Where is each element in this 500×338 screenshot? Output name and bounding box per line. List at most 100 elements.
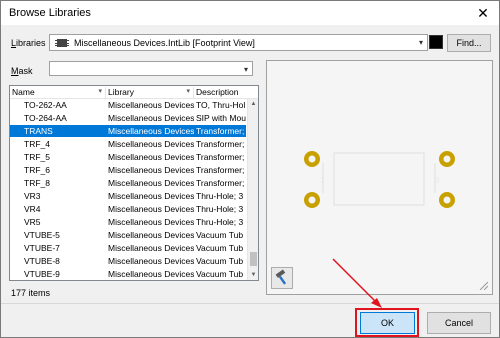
list-item[interactable]: VTUBE-7 Miscellaneous Devices.I Vacuum Tub	[10, 242, 246, 254]
item-count: 177 items	[11, 288, 51, 298]
list-item[interactable]: VTUBE-8 Miscellaneous Devices.I Vacuum Tub	[10, 255, 246, 267]
column-header-library-label: Library	[108, 87, 134, 97]
libraries-label-rest: ibraries	[16, 38, 46, 48]
list-item-description: Transformer;	[196, 165, 245, 175]
list-item-library: Miscellaneous Devices.I	[108, 204, 194, 214]
list-item-name: VTUBE-8	[24, 256, 60, 266]
mask-label-rest: ask	[18, 66, 33, 76]
list-header: Name ▾ Library ▾ Description	[10, 86, 258, 99]
list-item-name: VTUBE-5	[24, 230, 60, 240]
vertical-scrollbar[interactable]: ▲ ▼	[247, 99, 258, 280]
list-item[interactable]: TO-264-AA Miscellaneous Devices.I SIP with…	[10, 112, 246, 124]
list-item-library: Miscellaneous Devices.I	[108, 152, 194, 162]
chevron-down-icon: ▾	[98, 88, 102, 95]
list-item[interactable]: VTUBE-5 Miscellaneous Devices.I Vacuum Tub	[10, 229, 246, 241]
list-item-library: Miscellaneous Devices.I	[108, 256, 194, 266]
chevron-down-icon: ▾	[418, 38, 423, 47]
list-item[interactable]: VTUBE-9 Miscellaneous Devices.I Vacuum Tub	[10, 268, 246, 280]
footprint-drawing: 1 3	[304, 151, 455, 208]
list-item-name: TRF_4	[24, 139, 50, 149]
list-item-name: TRANS	[24, 126, 53, 136]
list-item-name: VTUBE-7	[24, 243, 60, 253]
pad-2	[304, 192, 320, 208]
list-item-library: Miscellaneous Devices.I	[108, 165, 194, 175]
list-item[interactable]: TRF_5 Miscellaneous Devices.I Transformer;	[10, 151, 246, 163]
list-item-library: Miscellaneous Devices.I	[108, 217, 194, 227]
list-item-description: Vacuum Tub	[196, 230, 244, 240]
scrollbar-thumb[interactable]	[250, 252, 257, 266]
list-item-library: Miscellaneous Devices.I	[108, 100, 194, 110]
scroll-up-icon[interactable]: ▲	[248, 99, 258, 110]
hammer-icon	[275, 269, 287, 285]
list-item-name: VTUBE-9	[24, 269, 60, 279]
chevron-down-icon: ▾	[243, 65, 248, 74]
find-button[interactable]: Find...	[447, 34, 491, 52]
list-item-description: Thru-Hole; 3	[196, 217, 244, 227]
resize-grip-icon[interactable]	[478, 280, 488, 290]
color-swatch[interactable]	[429, 35, 443, 49]
list-item-description: Transformer;	[196, 126, 245, 136]
libraries-dropdown-value: Miscellaneous Devices.IntLib [Footprint …	[74, 38, 255, 48]
list-item-library: Miscellaneous Devices.I	[108, 113, 194, 123]
pad-4	[439, 192, 455, 208]
libraries-dropdown[interactable]: Miscellaneous Devices.IntLib [Footprint …	[49, 34, 428, 51]
list-item-description: Vacuum Tub	[196, 269, 244, 279]
list-item-description: Thru-Hole; 3	[196, 204, 244, 214]
pin-label: 3	[435, 176, 440, 185]
hammer-button[interactable]	[271, 267, 293, 289]
column-header-name[interactable]: Name ▾	[10, 87, 106, 99]
cancel-button[interactable]: Cancel	[427, 312, 491, 334]
mask-label: Mask	[11, 66, 33, 76]
list-item-library: Miscellaneous Devices.I	[108, 178, 194, 188]
list-item[interactable]: TRF_4 Miscellaneous Devices.I Transformer;	[10, 138, 246, 150]
list-item-library: Miscellaneous Devices.I	[108, 139, 194, 149]
list-item-description: Vacuum Tub	[196, 243, 244, 253]
column-header-description-label: Description	[196, 87, 239, 97]
list-item-name: TRF_5	[24, 152, 50, 162]
list-item-library: Miscellaneous Devices.I	[108, 230, 194, 240]
column-header-name-label: Name	[12, 87, 35, 97]
column-header-description[interactable]: Description	[194, 87, 258, 99]
browse-libraries-dialog: Browse Libraries ✕ Libraries Miscellaneo…	[0, 0, 500, 338]
list-item-library: Miscellaneous Devices.I	[108, 269, 194, 279]
column-header-library[interactable]: Library ▾	[106, 87, 194, 99]
list-item[interactable]: VR5 Miscellaneous Devices.I Thru-Hole; 3	[10, 216, 246, 228]
ok-button-annotation-box	[355, 308, 419, 337]
pad-1	[304, 151, 320, 167]
close-icon[interactable]: ✕	[475, 5, 491, 21]
list-item[interactable]: TRF_6 Miscellaneous Devices.I Transformer;	[10, 164, 246, 176]
list-item-library: Miscellaneous Devices.I	[108, 243, 194, 253]
list-item-description: SIP with Mou	[196, 113, 246, 123]
pad-3	[439, 151, 455, 167]
component-list[interactable]: Name ▾ Library ▾ Description TO-262-AA Mi…	[9, 85, 259, 281]
list-item[interactable]: VR3 Miscellaneous Devices.I Thru-Hole; 3	[10, 190, 246, 202]
scroll-down-icon[interactable]: ▼	[248, 270, 258, 280]
list-item-description: Transformer;	[196, 178, 245, 188]
mask-dropdown[interactable]: ▾	[49, 61, 253, 76]
list-item-name: VR5	[24, 217, 41, 227]
chevron-down-icon: ▾	[186, 88, 190, 95]
libraries-label: Libraries	[11, 38, 46, 48]
list-item-description: Transformer;	[196, 139, 245, 149]
list-item-name: VR4	[24, 204, 41, 214]
mask-label-accel: M	[11, 66, 19, 76]
list-item[interactable]: TO-262-AA Miscellaneous Devices.I TO, Thru…	[10, 99, 246, 111]
list-item-library: Miscellaneous Devices.I	[108, 126, 194, 136]
dialog-title: Browse Libraries	[9, 7, 91, 19]
list-item-description: Transformer;	[196, 152, 245, 162]
footprint-preview[interactable]: 1 3	[266, 60, 493, 295]
list-item-description: TO, Thru-Hol	[196, 100, 246, 110]
list-item-description: Vacuum Tub	[196, 256, 244, 266]
title-bar: Browse Libraries ✕	[1, 1, 499, 25]
list-item[interactable]: TRF_8 Miscellaneous Devices.I Transformer;	[10, 177, 246, 189]
list-item-name: TRF_8	[24, 178, 50, 188]
footprint-outline	[333, 152, 425, 206]
list-item-library: Miscellaneous Devices.I	[108, 191, 194, 201]
list-item-description: Thru-Hole; 3	[196, 191, 244, 201]
chip-icon	[55, 39, 69, 47]
pin-label: 1	[320, 176, 325, 185]
list-item[interactable]: TRANS Miscellaneous Devices.I Transformer;	[10, 125, 246, 137]
list-item-name: TRF_6	[24, 165, 50, 175]
list-item[interactable]: VR4 Miscellaneous Devices.I Thru-Hole; 3	[10, 203, 246, 215]
list-item-name: TO-264-AA	[24, 113, 67, 123]
